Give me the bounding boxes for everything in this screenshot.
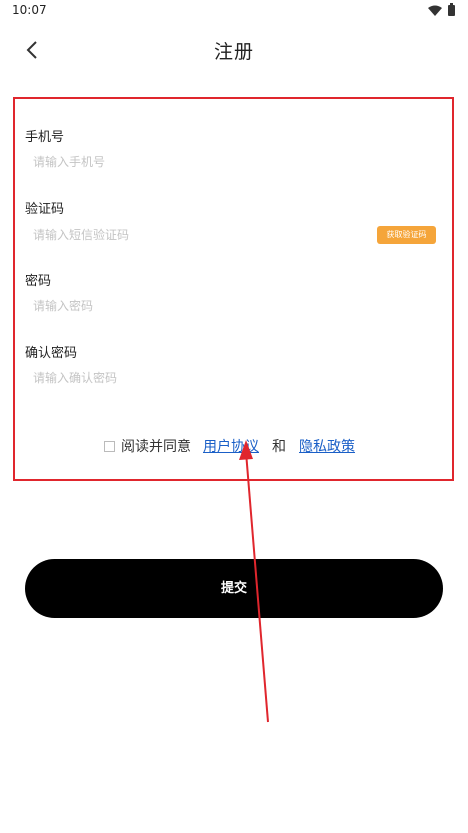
password-label: 密码 [25,274,52,289]
confirm-password-input[interactable] [33,368,373,388]
privacy-policy-link[interactable]: 隐私政策 [299,436,355,456]
wifi-icon [428,5,442,16]
battery-icon [448,3,455,16]
agreement-row: 阅读并同意 用户协议 和 隐私政策 [104,436,355,456]
agreement-checkbox[interactable] [104,440,115,452]
code-label: 验证码 [25,202,65,217]
confirm-password-label: 确认密码 [25,346,78,361]
password-input[interactable] [33,296,373,316]
agreement-conjunction: 和 [272,439,286,455]
get-code-button[interactable]: 获取验证码 [377,226,436,244]
code-input[interactable] [33,225,363,245]
status-time: 10:07 [12,3,47,17]
status-bar: 10:07 [0,0,468,22]
submit-button[interactable]: 提交 [25,559,443,618]
agreement-prefix: 阅读并同意 [121,439,191,455]
user-agreement-link[interactable]: 用户协议 [203,436,259,456]
phone-input[interactable] [33,152,373,172]
page-title: 注册 [213,41,254,63]
phone-label: 手机号 [25,130,65,145]
